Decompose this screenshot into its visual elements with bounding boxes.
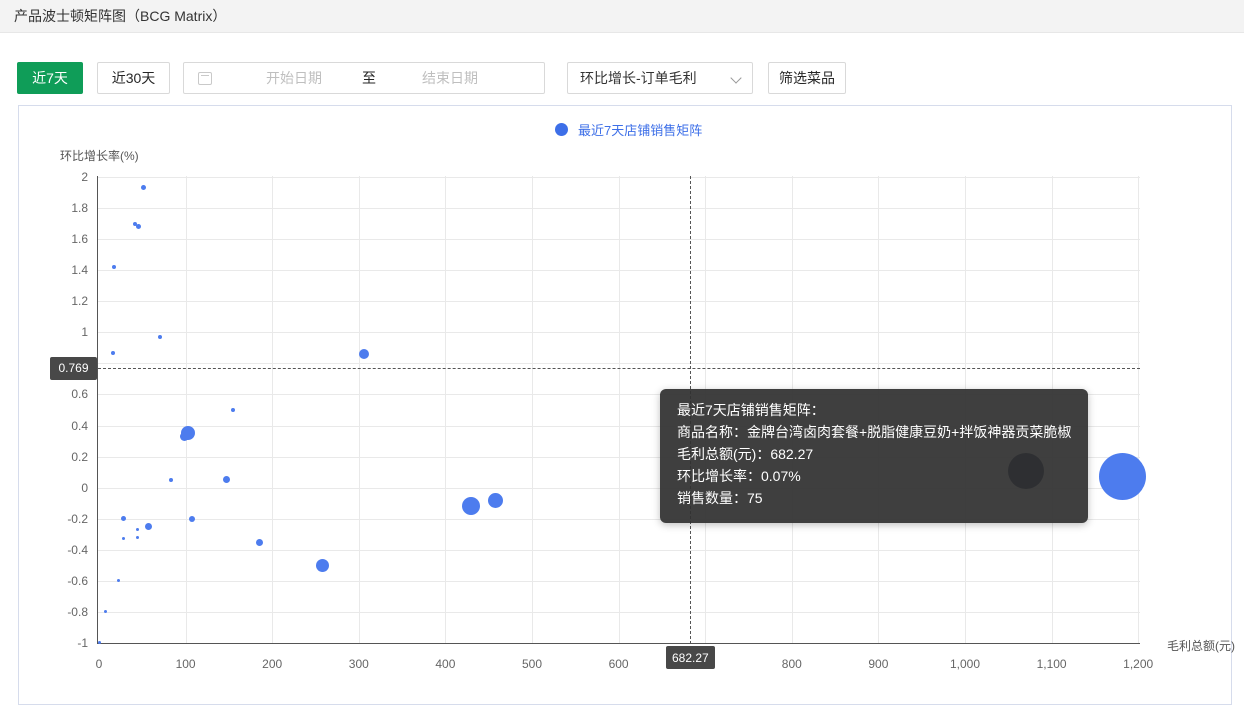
legend-dot-icon: [555, 123, 568, 136]
scatter-point[interactable]: [255, 538, 263, 546]
y-tick-label: 0.2: [71, 449, 88, 464]
h-gridline: [98, 611, 1140, 613]
legend-label: 最近7天店铺销售矩阵: [578, 123, 703, 138]
y-axis-title: 环比增长率(%): [60, 149, 139, 163]
x-tick-label: 1,000: [949, 657, 981, 671]
x-tick-label: 900: [868, 657, 889, 671]
scatter-point[interactable]: [111, 265, 116, 270]
h-gridline: [98, 208, 1140, 210]
tooltip-line: 毛利总额(元)：682.27: [677, 446, 814, 462]
range-30d-button[interactable]: 近30天: [97, 62, 170, 94]
end-date-input[interactable]: 结束日期: [422, 68, 478, 88]
tooltip-line: 最近7天店铺销售矩阵：: [677, 402, 825, 418]
scatter-point[interactable]: [135, 528, 139, 532]
y-tick-label: -0.4: [67, 542, 88, 557]
v-gridline: [532, 176, 533, 643]
metric-select-value: 环比增长-订单毛利: [580, 70, 697, 86]
filter-dishes-button[interactable]: 筛选菜品: [768, 62, 846, 94]
x-tick-label: 0: [95, 657, 103, 671]
crosshair-horizontal: [98, 368, 1140, 370]
y-tick-label: 1.2: [71, 294, 88, 309]
bcg-matrix-page: 产品波士顿矩阵图（BCG Matrix） 近7天 近30天 开始日期 至 结束日…: [0, 0, 1244, 719]
legend-item[interactable]: 最近7天店铺销售矩阵: [555, 120, 702, 139]
scatter-point[interactable]: [144, 522, 152, 530]
y-tick-label: -1: [77, 635, 88, 650]
chart-tooltip: 最近7天店铺销售矩阵： 商品名称：金牌台湾卤肉套餐+脱脂健康豆奶+拌饭神器贡菜脆椒…: [660, 389, 1088, 523]
v-gridline: [445, 176, 447, 643]
chevron-down-icon: [730, 72, 742, 84]
y-tick-label: -0.6: [67, 573, 88, 588]
y-axis-line: [97, 176, 98, 644]
range-7d-button[interactable]: 近7天: [17, 62, 83, 94]
scatter-point[interactable]: [488, 492, 504, 508]
scatter-point[interactable]: [135, 535, 139, 539]
x-axis-line: [97, 643, 1140, 644]
tooltip-line: 环比增长率：0.07%: [677, 468, 801, 484]
scatter-point[interactable]: [157, 334, 162, 339]
tooltip-line: 销售数量：75: [677, 490, 763, 506]
y-crosshair-badge: 0.769: [50, 356, 97, 380]
h-gridline: [98, 270, 1140, 272]
y-tick-label: -0.2: [67, 511, 88, 526]
x-tick-label: 1,200: [1123, 657, 1154, 671]
scatter-point[interactable]: [120, 516, 126, 522]
page-header: 产品波士顿矩阵图（BCG Matrix）: [0, 0, 1244, 33]
y-tick-label: 0.4: [71, 418, 88, 433]
y-tick-label: 2: [81, 170, 88, 184]
v-gridline: [618, 176, 620, 643]
scatter-point[interactable]: [168, 477, 173, 482]
v-gridline: [358, 176, 360, 643]
h-gridline: [98, 177, 1140, 178]
x-tick-label: 100: [175, 657, 196, 671]
start-date-input[interactable]: 开始日期: [266, 68, 322, 88]
h-gridline: [98, 549, 1140, 551]
x-tick-label: 200: [262, 657, 283, 671]
tooltip-line: 商品名称：金牌台湾卤肉套餐+脱脂健康豆奶+拌饭神器贡菜脆椒: [677, 424, 1072, 440]
y-tick-label: 1.8: [71, 201, 88, 216]
x-tick-label: 800: [781, 657, 802, 671]
calendar-icon: [198, 71, 212, 85]
h-gridline: [98, 301, 1140, 303]
x-tick-label: 400: [435, 657, 456, 671]
v-gridline: [272, 176, 274, 643]
h-gridline: [98, 363, 1140, 365]
date-range-picker[interactable]: 开始日期 至 结束日期: [183, 62, 545, 94]
x-crosshair-badge: 682.27: [665, 646, 715, 669]
date-separator-label: 至: [362, 70, 376, 86]
metric-select[interactable]: 环比增长-订单毛利: [567, 62, 753, 94]
h-gridline: [98, 580, 1140, 582]
x-tick-label: 1,100: [1036, 657, 1067, 671]
scatter-point[interactable]: [188, 515, 195, 522]
y-tick-label: 0: [81, 480, 88, 495]
x-tick-label: 600: [608, 657, 629, 671]
scatter-point[interactable]: [315, 558, 329, 572]
page-title: 产品波士顿矩阵图（BCG Matrix）: [14, 8, 227, 24]
h-gridline: [98, 332, 1140, 334]
y-tick-label: 1.4: [71, 263, 88, 278]
y-tick-label: 0.6: [71, 387, 88, 402]
x-tick-label: 500: [521, 657, 543, 671]
h-gridline: [98, 239, 1140, 241]
y-tick-label: 1: [81, 325, 88, 340]
v-gridline: [185, 176, 187, 643]
x-tick-label: 300: [348, 657, 369, 671]
y-tick-label: -0.8: [67, 604, 88, 619]
scatter-point[interactable]: [358, 349, 369, 360]
scatter-point[interactable]: [110, 350, 115, 355]
v-gridline: [1138, 176, 1140, 643]
x-axis-title: 毛利总额(元): [1167, 639, 1235, 653]
y-tick-label: 1.6: [71, 232, 88, 247]
